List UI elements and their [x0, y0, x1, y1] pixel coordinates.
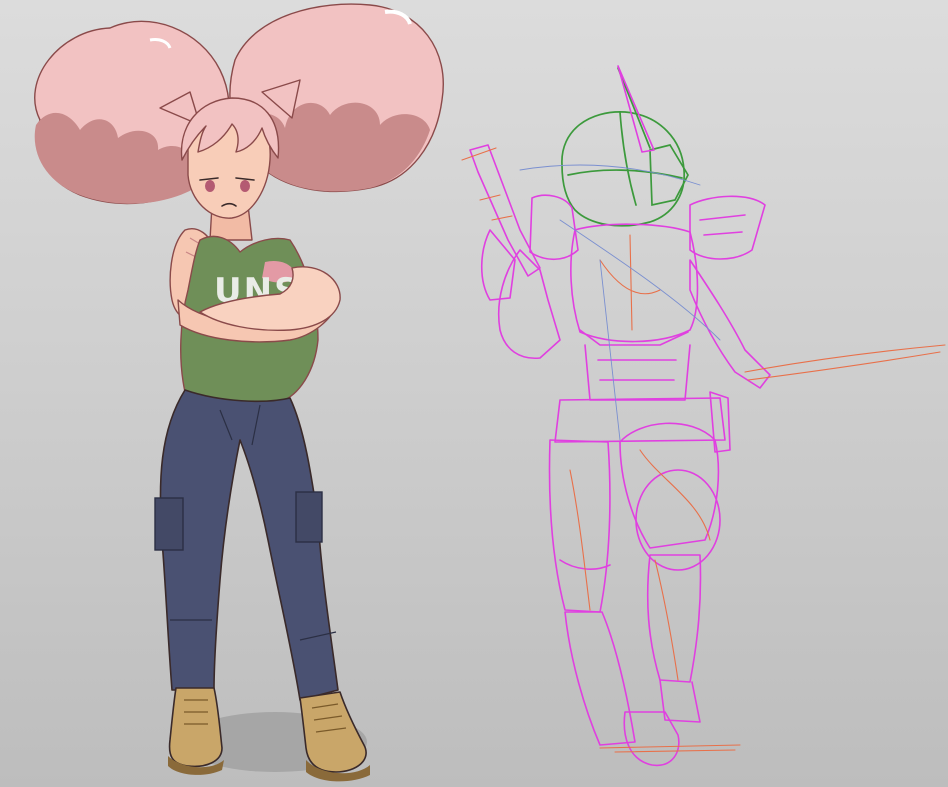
cargo-pocket-right	[295, 491, 323, 543]
right-leg-sketch	[619, 422, 721, 723]
left-leg-sketch	[548, 439, 636, 746]
right-pauldron-sketch	[689, 195, 766, 260]
right-boot	[299, 691, 367, 773]
cargo-pocket-left	[154, 497, 184, 551]
sword-sketch	[744, 344, 946, 381]
artwork-canvas: UNSC	[0, 0, 948, 787]
cargo-pants	[154, 389, 339, 701]
armor-sketch	[461, 65, 946, 767]
colored-character: UNSC	[34, 3, 444, 782]
torso-sketch	[570, 223, 699, 401]
face	[180, 97, 280, 219]
rifle-sketch	[461, 144, 541, 277]
